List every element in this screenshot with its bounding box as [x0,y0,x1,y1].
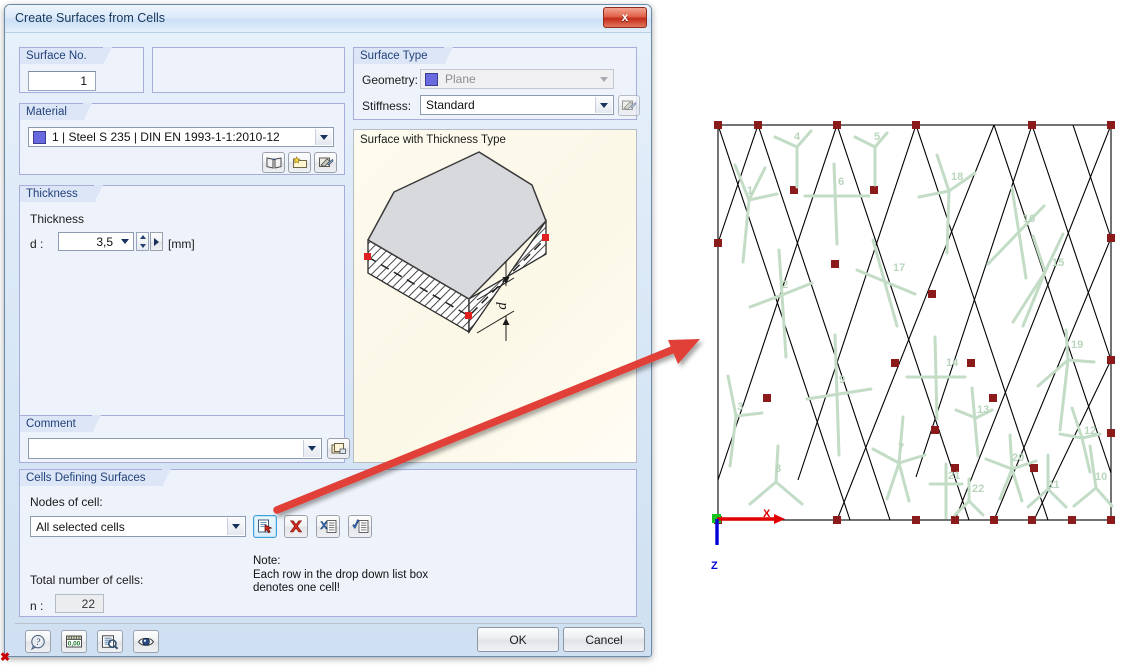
thickness-sub-label: Thickness [30,212,85,226]
cell-label-21: 21 [948,470,961,482]
cell-label-14: 14 [946,357,959,369]
ok-button[interactable]: OK [477,627,559,652]
cell-label-19: 19 [1071,339,1084,351]
chevron-down-icon [595,71,612,87]
preview-d-label: d [494,302,510,310]
pick-cells-button[interactable] [253,515,277,538]
thickness-caption: Thickness [19,185,103,203]
surface-no-group: Surface No. 1 [19,47,144,93]
background-app-marker: ✖ [0,650,11,664]
create-surfaces-dialog: Create Surfaces from Cells x Surface No.… [4,4,652,657]
footer-divider [15,623,641,624]
deselect-all-cells-button[interactable] [316,515,340,538]
svg-text:?: ? [35,637,40,647]
visibility-eye-button[interactable] [133,630,159,653]
cells-caption: Cells Defining Surfaces [19,469,171,487]
cell-label-4: 4 [794,131,801,143]
cell-label-15: 15 [1052,257,1065,269]
comment-group: Comment [19,415,350,463]
material-library-button[interactable] [262,152,285,173]
surface-no-input[interactable]: 1 [28,71,96,91]
cell-label-8: 8 [775,463,782,475]
svg-text:0,00: 0,00 [68,640,81,647]
comment-combo[interactable] [28,438,322,459]
thickness-d-label: d : [30,237,44,251]
geometry-label: Geometry: [362,73,419,87]
cell-label-17: 17 [893,262,906,274]
chevron-down-icon[interactable] [118,234,132,249]
material-color-swatch [33,130,46,144]
comment-library-button[interactable] [327,438,350,459]
surface-name-panel [152,47,345,93]
cell-label-22: 22 [972,483,985,495]
cell-label-20: 20 [1012,452,1025,464]
material-group: Material 1 | Steel S 235 | DIN EN 1993-1… [19,103,345,175]
cell-label-7: 7 [898,442,905,454]
thickness-value-text: 3,5 [96,234,113,249]
surface-preview: Surface with Thickness Type d [353,129,637,463]
cell-label-18: 18 [951,171,964,183]
stiffness-combo-value: Standard [426,98,475,112]
cells-note: Note: Each row in the drop down list box… [253,555,429,594]
n-label: n : [30,599,44,613]
chevron-down-icon[interactable] [227,518,244,535]
thickness-value-input[interactable]: 3,5 [58,232,134,251]
chevron-down-icon[interactable] [315,129,332,145]
cell-label-5: 5 [874,131,881,143]
thickness-more-button[interactable] [150,232,163,251]
axis-x-label: X [763,508,771,520]
thickness-stepper[interactable] [136,232,149,251]
surface-type-caption: Surface Type [353,47,453,65]
comment-caption: Comment [19,415,101,433]
total-cells-label: Total number of cells: [30,573,144,587]
axis-triad [712,514,785,545]
cell-label-6: 6 [838,176,845,188]
cell-label-9: 9 [839,374,846,386]
select-all-cells-button[interactable] [348,515,372,538]
help-button[interactable]: ? [25,630,51,653]
material-new-button[interactable] [288,152,311,173]
nodes-of-cell-combo[interactable]: All selected cells [30,516,246,537]
cell-label-3: 3 [737,401,744,413]
cells-group: Cells Defining Surfaces Nodes of cell: A… [19,469,637,617]
material-combo[interactable]: 1 | Steel S 235 | DIN EN 1993-1-1:2010-1… [28,127,334,147]
surface-type-group: Surface Type Geometry: Plane Stiffness: … [353,47,640,120]
surface-no-caption: Surface No. [19,47,112,65]
cancel-button[interactable]: Cancel [563,627,645,652]
cell-label-1: 1 [747,185,754,197]
chevron-down-icon[interactable] [303,440,320,457]
screen: Create Surfaces from Cells x Surface No.… [0,0,1130,669]
stiffness-label: Stiffness: [362,99,412,113]
stiffness-combo[interactable]: Standard [420,95,614,115]
thickness-group: Thickness Thickness d : 3,5 [mm] [19,185,345,418]
surface-thickness-illustration: d [364,151,549,341]
stiffness-edit-button[interactable] [618,95,640,116]
nodes-of-cell-label: Nodes of cell: [30,495,103,509]
cell-label-10: 10 [1095,471,1108,483]
material-caption: Material [19,103,92,121]
details-search-button[interactable] [97,630,123,653]
cell-label-12: 12 [1084,425,1097,437]
nodes-of-cell-value: All selected cells [36,519,125,534]
dialog-title: Create Surfaces from Cells [15,11,166,25]
total-cells-value: 22 [55,594,104,613]
geometry-combo[interactable]: Plane [420,69,614,89]
thickness-unit-label: [mm] [168,237,195,251]
axis-z-label: Z [711,560,718,572]
cell-label-16: 16 [1023,213,1036,225]
material-combo-value: 1 | Steel S 235 | DIN EN 1993-1-1:2010-1… [52,130,280,144]
geometry-color-swatch [425,72,438,86]
cell-label-11: 11 [1048,479,1060,491]
units-button[interactable]: 0,00 [61,630,87,653]
close-button[interactable]: x [603,7,647,28]
cell-label-13: 13 [977,404,990,416]
dialog-titlebar[interactable]: Create Surfaces from Cells x [5,5,651,33]
delete-cell-button[interactable] [284,515,308,538]
geometry-combo-value: Plane [445,72,476,86]
material-edit-button[interactable] [314,152,337,173]
cells-mesh-diagram: 1 2 3 4 5 6 7 8 9 10 11 12 13 14 15 16 1… [690,105,1130,572]
cell-label-2: 2 [782,279,789,291]
chevron-down-icon[interactable] [595,97,612,113]
